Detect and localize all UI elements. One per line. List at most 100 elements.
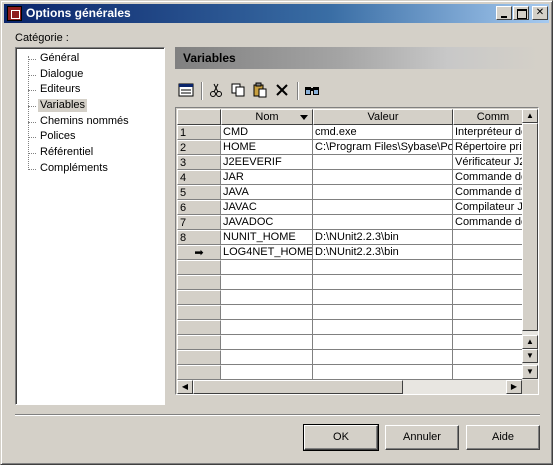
- tree-item-editeurs[interactable]: Editeurs: [28, 83, 148, 97]
- table-row[interactable]: 8 NUNIT_HOME D:\NUnit2.2.3\bin: [177, 230, 522, 245]
- row-number[interactable]: 7: [177, 215, 221, 230]
- table-row[interactable]: 6 JAVAC Compilateur Jav: [177, 200, 522, 215]
- column-header-nom[interactable]: Nom: [221, 109, 313, 125]
- cell-nom[interactable]: LOG4NET_HOME: [221, 245, 313, 260]
- cell-valeur[interactable]: C:\Program Files\Sybase\Po: [313, 140, 453, 155]
- table-row-empty[interactable]: [177, 305, 522, 320]
- horizontal-scroll-thumb[interactable]: [193, 380, 403, 394]
- vertical-scroll-thumb[interactable]: [522, 123, 538, 331]
- header-corner: [177, 109, 221, 125]
- scroll-right-button[interactable]: ▶: [506, 380, 522, 394]
- column-header-comm[interactable]: Comm: [453, 109, 522, 125]
- cell-valeur[interactable]: [313, 170, 453, 185]
- tree-item-polices[interactable]: Polices: [28, 130, 148, 144]
- window-title: Options générales: [26, 6, 131, 20]
- cell-nom[interactable]: NUNIT_HOME: [221, 230, 313, 245]
- cell-comm[interactable]: Commande de: [453, 170, 522, 185]
- scroll-up-button[interactable]: ▲: [522, 109, 538, 123]
- row-number[interactable]: 5: [177, 185, 221, 200]
- grid-body: Nom Valeur Comm 1 CMD cmd.exe Interpréte…: [177, 109, 522, 380]
- cell-nom[interactable]: JAVADOC: [221, 215, 313, 230]
- close-button[interactable]: ✕: [532, 6, 548, 20]
- cell-valeur[interactable]: cmd.exe: [313, 125, 453, 140]
- scroll-left-button[interactable]: ◀: [177, 380, 193, 394]
- cell-comm[interactable]: [453, 245, 522, 260]
- table-row[interactable]: 2 HOME C:\Program Files\Sybase\Po Répert…: [177, 140, 522, 155]
- paste-icon[interactable]: [251, 82, 269, 100]
- tree-item-referentiel[interactable]: Référentiel: [28, 146, 148, 160]
- table-row-empty[interactable]: [177, 335, 522, 350]
- variables-grid[interactable]: Nom Valeur Comm 1 CMD cmd.exe Interpréte…: [175, 107, 539, 395]
- cell-comm[interactable]: Vérificateur J2I: [453, 155, 522, 170]
- cell-nom[interactable]: HOME: [221, 140, 313, 155]
- tree-item-complements[interactable]: Compléments: [28, 162, 148, 176]
- tree-item-general[interactable]: Général: [28, 52, 148, 66]
- cell-comm[interactable]: [453, 230, 522, 245]
- options-dialog: Options générales ✕ Catégorie : Général …: [0, 0, 553, 465]
- tree-item-variables[interactable]: Variables: [28, 99, 148, 113]
- cell-valeur[interactable]: [313, 200, 453, 215]
- delete-icon[interactable]: [273, 82, 291, 100]
- cut-icon[interactable]: [207, 82, 225, 100]
- current-row-arrow-icon[interactable]: ➡: [177, 245, 221, 260]
- cancel-button[interactable]: Annuler: [385, 425, 459, 450]
- scroll-page-down-button[interactable]: ▼: [522, 349, 538, 363]
- row-number[interactable]: 8: [177, 230, 221, 245]
- ok-button[interactable]: OK: [303, 424, 379, 451]
- cell-nom[interactable]: JAR: [221, 170, 313, 185]
- cell-comm[interactable]: Compilateur Jav: [453, 200, 522, 215]
- cell-comm[interactable]: Répertoire prin: [453, 140, 522, 155]
- column-header-valeur[interactable]: Valeur: [313, 109, 453, 125]
- cell-valeur[interactable]: [313, 155, 453, 170]
- title-bar[interactable]: Options générales ✕: [4, 4, 549, 23]
- cell-valeur[interactable]: [313, 185, 453, 200]
- help-button[interactable]: Aide: [466, 425, 540, 450]
- table-row[interactable]: 7 JAVADOC Commande de: [177, 215, 522, 230]
- minimize-button[interactable]: [496, 6, 512, 20]
- category-tree[interactable]: Général Dialogue Editeurs Variables Chem…: [15, 47, 165, 405]
- cell-comm[interactable]: Commande de: [453, 215, 522, 230]
- horizontal-scrollbar[interactable]: ◀ ▶: [177, 380, 522, 394]
- table-row-empty[interactable]: [177, 365, 522, 380]
- table-row-empty[interactable]: [177, 290, 522, 305]
- table-row[interactable]: 1 CMD cmd.exe Interpréteur de: [177, 125, 522, 140]
- maximize-button[interactable]: [513, 6, 529, 20]
- table-row-empty[interactable]: [177, 260, 522, 275]
- divider: [15, 414, 540, 416]
- cell-valeur[interactable]: D:\NUnit2.2.3\bin: [313, 245, 453, 260]
- properties-icon[interactable]: [177, 82, 195, 100]
- row-number[interactable]: 1: [177, 125, 221, 140]
- row-number[interactable]: 3: [177, 155, 221, 170]
- table-row-current[interactable]: ➡ LOG4NET_HOME D:\NUnit2.2.3\bin: [177, 245, 522, 260]
- scroll-corner: [522, 380, 538, 394]
- row-number[interactable]: 2: [177, 140, 221, 155]
- table-row[interactable]: 5 JAVA Commande d'e: [177, 185, 522, 200]
- find-icon[interactable]: [303, 82, 321, 100]
- cell-valeur[interactable]: D:\NUnit2.2.3\bin: [313, 230, 453, 245]
- cell-nom[interactable]: JAVAC: [221, 200, 313, 215]
- table-row-empty[interactable]: [177, 275, 522, 290]
- cell-nom[interactable]: JAVA: [221, 185, 313, 200]
- tree-item-chemins-nommes[interactable]: Chemins nommés: [28, 115, 148, 129]
- app-icon: [7, 6, 22, 21]
- scroll-page-up-button[interactable]: ▲: [522, 335, 538, 349]
- table-row-empty[interactable]: [177, 320, 522, 335]
- cell-comm[interactable]: Interpréteur de: [453, 125, 522, 140]
- table-row[interactable]: 3 J2EEVERIF Vérificateur J2I: [177, 155, 522, 170]
- cell-comm[interactable]: Commande d'e: [453, 185, 522, 200]
- table-row-empty[interactable]: [177, 350, 522, 365]
- cell-valeur[interactable]: [313, 215, 453, 230]
- sort-arrow-icon: [300, 115, 308, 120]
- tree-item-dialogue[interactable]: Dialogue: [28, 68, 148, 82]
- vertical-scrollbar[interactable]: ▲ ▲ ▼ ▼: [522, 109, 538, 380]
- row-number[interactable]: 6: [177, 200, 221, 215]
- grid-header-row: Nom Valeur Comm: [177, 109, 522, 125]
- row-number[interactable]: 4: [177, 170, 221, 185]
- cell-nom[interactable]: CMD: [221, 125, 313, 140]
- table-row[interactable]: 4 JAR Commande de: [177, 170, 522, 185]
- grid-toolbar: [175, 80, 539, 102]
- cell-nom[interactable]: J2EEVERIF: [221, 155, 313, 170]
- scroll-down-button[interactable]: ▼: [522, 365, 538, 379]
- panel-header: Variables: [175, 47, 539, 69]
- copy-icon[interactable]: [229, 82, 247, 100]
